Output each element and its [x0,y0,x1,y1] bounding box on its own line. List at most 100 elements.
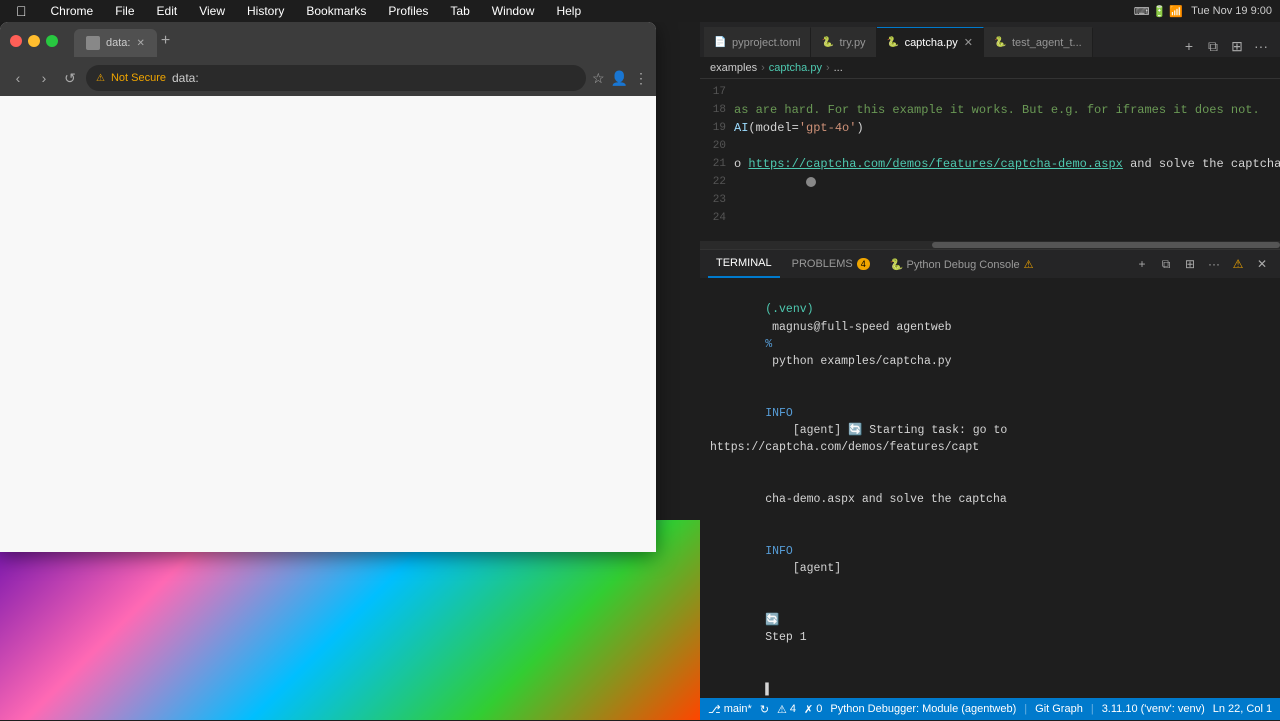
breadcrumb-examples[interactable]: examples [710,62,757,74]
vscode-tab-bar: 📄 pyproject.toml 🐍 try.py 🐍 captcha.py ✕… [700,22,1280,57]
panel-warning-indicator: ⚠ [1228,254,1248,274]
security-icon: ⚠ [96,73,105,84]
terminal-tab[interactable]: TERMINAL [708,250,780,278]
terminal-line-4: INFO [agent] [710,526,1270,595]
chrome-favicon [86,36,100,50]
chrome-profile-icon[interactable]: 👤 [611,70,628,87]
chrome-forward-button[interactable]: › [34,68,54,88]
toml-icon: 📄 [714,37,726,49]
tab-captcha-close-button[interactable]: ✕ [964,36,973,49]
chrome-maximize-button[interactable] [46,35,58,47]
chrome-back-button[interactable]: ‹ [8,68,28,88]
editor-line-24: 24 [700,209,1280,227]
bookmark-icon[interactable]: ☆ [592,70,605,87]
statusbar-ln-col[interactable]: Ln 22, Col 1 [1213,703,1272,715]
menubar-time: Tue Nov 19 9:00 [1191,5,1272,17]
panel-close-button[interactable]: ✕ [1252,254,1272,274]
not-secure-label: Not Secure [111,72,166,84]
terminal-line-1: (.venv) magnus@full-speed agentweb % pyt… [710,284,1270,388]
editor-content: 17 18 as are hard. For this example it w… [700,79,1280,241]
tab-test-agent[interactable]: 🐍 test_agent_t... [984,27,1093,57]
menubar-file[interactable]: File [109,4,140,18]
debug-console-tab[interactable]: 🐍 Python Debug Console ⚠ [882,250,1042,278]
terminal-line-2: INFO [agent] 🔄 Starting task: go to http… [710,388,1270,474]
chrome-tab-title: data: [106,37,130,49]
error-icon: ✗ [804,703,813,716]
chrome-addressbar[interactable]: ⚠ Not Secure data: [86,65,586,91]
menubar-history[interactable]: History [241,4,290,18]
statusbar-warnings[interactable]: ⚠ 4 [777,703,796,716]
chrome-close-button[interactable] [10,35,22,47]
tab-captcha-py[interactable]: 🐍 captcha.py ✕ [877,27,984,57]
split-editor-button[interactable]: ⧉ [1202,35,1224,57]
statusbar-version[interactable]: 3.11.10 ('venv': venv) [1102,703,1205,715]
tab-try-py[interactable]: 🐍 try.py [811,27,876,57]
panel-actions: + ⧉ ⊞ ··· ⚠ ✕ [1132,254,1272,274]
vscode-editor: 17 18 as are hard. For this example it w… [700,79,1280,249]
breadcrumb-more[interactable]: ... [834,62,843,74]
statusbar-branch[interactable]: ⎇ main* [708,703,752,716]
menubar-left:  Chrome File Edit View History Bookmark… [0,3,587,19]
vscode-statusbar: ⎇ main* ↻ ⚠ 4 ✗ 0 Python Debugger: Modul… [700,698,1280,720]
menubar-edit[interactable]: Edit [151,4,184,18]
terminal-line-3: cha-demo.aspx and solve the captcha [710,474,1270,526]
panel-split-button[interactable]: ⧉ [1156,254,1176,274]
menubar-view[interactable]: View [193,4,231,18]
chrome-tab-close-button[interactable]: ✕ [136,38,144,49]
apple-menu[interactable]:  [8,3,35,19]
editor-layout-button[interactable]: ⊞ [1226,35,1248,57]
sync-icon: ↻ [760,703,769,716]
scrollbar-thumb[interactable] [932,242,1280,248]
chrome-toolbar: ‹ › ↺ ⚠ Not Secure data: ☆ 👤 ⋮ [0,60,656,96]
vscode-tab-actions: + ⧉ ⊞ ··· [1178,35,1280,57]
problems-tab[interactable]: PROBLEMS4 [784,250,878,278]
statusbar-sync[interactable]: ↻ [760,703,769,716]
problems-badge: 4 [857,258,870,270]
statusbar-errors[interactable]: ✗ 0 [804,703,822,716]
menubar-chrome[interactable]: Chrome [45,4,100,18]
menubar-help[interactable]: Help [550,4,587,18]
add-editor-button[interactable]: + [1178,35,1200,57]
editor-horizontal-scrollbar[interactable] [700,241,1280,249]
warning-icon: ⚠ [777,703,787,716]
chrome-reload-button[interactable]: ↺ [60,68,80,88]
tab-pyproject-toml-label: pyproject.toml [732,37,800,49]
panel-layout-button[interactable]: ⊞ [1180,254,1200,274]
statusbar-git-graph[interactable]: Git Graph [1035,703,1083,715]
address-url: data: [172,71,199,85]
statusbar-python[interactable]: Python Debugger: Module (agentweb) [830,703,1016,715]
menubar-bookmarks[interactable]: Bookmarks [300,4,372,18]
chrome-page-content [0,96,656,552]
vscode-window: 📄 pyproject.toml 🐍 try.py 🐍 captcha.py ✕… [700,22,1280,720]
terminal-line-5: 🔄 Step 1 [710,595,1270,664]
chrome-minimize-button[interactable] [28,35,40,47]
breadcrumb-sep-2: › [826,62,830,74]
menubar-profiles[interactable]: Profiles [382,4,434,18]
tab-pyproject-toml[interactable]: 📄 pyproject.toml [704,27,811,57]
menubar-tab[interactable]: Tab [444,4,475,18]
panel-more-button[interactable]: ··· [1204,254,1224,274]
chrome-new-tab-button[interactable]: + [161,32,170,50]
panel-add-button[interactable]: + [1132,254,1152,274]
chrome-tab-active[interactable]: data: ✕ [74,29,157,57]
py-icon-test: 🐍 [994,37,1006,49]
git-branch-icon: ⎇ [708,703,721,716]
breadcrumb: examples › captcha.py › ... [700,57,1280,79]
menubar:  Chrome File Edit View History Bookmark… [0,0,1280,22]
tab-captcha-py-label: captcha.py [905,37,958,49]
breadcrumb-captcha-py[interactable]: captcha.py [769,62,822,74]
chrome-titlebar: data: ✕ + [0,22,656,60]
tab-test-agent-label: test_agent_t... [1012,37,1082,49]
breadcrumb-sep-1: › [761,62,765,74]
chrome-menu-button[interactable]: ⋮ [634,70,648,87]
editor-line-18: 18 as are hard. For this example it work… [700,101,1280,119]
vscode-panel: TERMINAL PROBLEMS4 🐍 Python Debug Consol… [700,249,1280,721]
editor-line-17: 17 [700,83,1280,101]
chrome-tab-bar: data: ✕ + [74,25,646,57]
menubar-window[interactable]: Window [486,4,541,18]
panel-header: TERMINAL PROBLEMS4 🐍 Python Debug Consol… [700,250,1280,278]
menubar-icons: ⌨ 🔋 📶 [1134,5,1183,18]
editor-line-20: 20 [700,137,1280,155]
terminal-content: (.venv) magnus@full-speed agentweb % pyt… [700,278,1280,721]
more-actions-button[interactable]: ··· [1250,35,1272,57]
